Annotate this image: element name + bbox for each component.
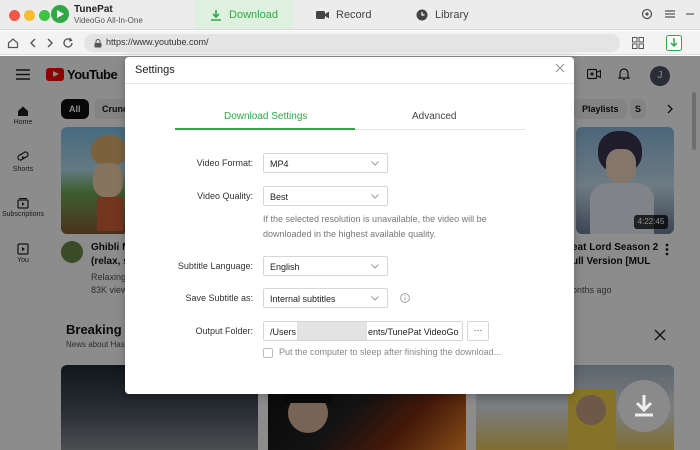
clock-icon — [416, 9, 428, 20]
download-arrow-icon — [635, 395, 653, 417]
tab-advanced[interactable]: Advanced — [412, 111, 456, 122]
output-folder-field[interactable]: /Users ents/TunePat VideoGo — [263, 321, 463, 341]
app-name: TunePat — [74, 4, 113, 15]
info-icon[interactable] — [400, 293, 410, 303]
tab-library-label: Library — [435, 8, 469, 21]
active-tab-underline — [175, 128, 355, 130]
output-folder-path-start: /Users — [270, 327, 297, 337]
back-arrow-icon[interactable] — [28, 37, 38, 49]
tunepat-logo-icon — [51, 5, 69, 23]
sleep-checkbox[interactable] — [263, 348, 273, 358]
minimize-window-button[interactable] — [24, 10, 35, 21]
grid-icon[interactable] — [632, 37, 644, 49]
chevron-down-icon — [371, 161, 379, 166]
settings-dialog: Settings Download Settings Advanced Vide… — [125, 57, 574, 394]
menu-icon[interactable] — [664, 8, 676, 20]
output-folder-path-end: ents/TunePat VideoGo — [368, 327, 459, 337]
browse-folder-button[interactable]: ··· — [467, 321, 489, 341]
save-subtitle-value: Internal subtitles — [270, 294, 336, 304]
settings-gear-icon[interactable] — [641, 8, 653, 20]
tab-record-label: Record — [336, 8, 372, 21]
tab-download-settings[interactable]: Download Settings — [224, 111, 307, 122]
video-format-value: MP4 — [270, 159, 289, 169]
quality-note: If the selected resolution is unavailabl… — [263, 214, 487, 239]
reload-icon[interactable] — [62, 37, 74, 49]
home-nav-icon[interactable] — [7, 37, 19, 49]
subtitle-language-value: English — [270, 262, 300, 272]
sleep-checkbox-label: Put the computer to sleep after finishin… — [279, 347, 502, 357]
subtitle-language-select[interactable]: English — [263, 256, 388, 276]
video-quality-value: Best — [270, 192, 289, 202]
camera-icon — [316, 10, 329, 19]
video-format-label: Video Format: — [196, 158, 253, 168]
extension-download-icon[interactable] — [666, 35, 682, 51]
video-format-select[interactable]: MP4 — [263, 153, 388, 173]
minimize-icon[interactable] — [686, 8, 694, 20]
close-window-button[interactable] — [9, 10, 20, 21]
tab-download[interactable]: Download — [195, 0, 293, 29]
dialog-title: Settings — [135, 64, 175, 76]
save-subtitle-select[interactable]: Internal subtitles — [263, 288, 388, 308]
zoom-window-button[interactable] — [39, 10, 50, 21]
tab-download-label: Download — [229, 8, 278, 21]
redacted-path-segment — [297, 322, 367, 340]
chevron-down-icon — [371, 264, 379, 269]
video-quality-select[interactable]: Best — [263, 186, 388, 206]
output-folder-label: Output Folder: — [195, 326, 253, 336]
browser-toolbar: https://www.youtube.com/ — [0, 31, 700, 55]
url-text: https://www.youtube.com/ — [106, 37, 209, 47]
app-titlebar: TunePat VideoGo All-In-One Download Reco… — [0, 0, 700, 30]
dialog-close-icon[interactable] — [555, 63, 565, 73]
download-icon — [211, 9, 222, 21]
save-subtitle-label: Save Subtitle as: — [185, 293, 253, 303]
tab-library[interactable]: Library — [416, 0, 469, 29]
forward-arrow-icon[interactable] — [45, 37, 55, 49]
app-subtitle: VideoGo All-In-One — [74, 16, 143, 25]
chevron-down-icon — [371, 296, 379, 301]
chevron-down-icon — [371, 194, 379, 199]
dialog-divider — [125, 83, 574, 84]
floating-download-button[interactable] — [618, 380, 670, 432]
lock-icon — [94, 39, 102, 48]
video-quality-label: Video Quality: — [197, 191, 253, 201]
subtitle-language-label: Subtitle Language: — [177, 261, 253, 271]
tab-record[interactable]: Record — [316, 0, 371, 29]
